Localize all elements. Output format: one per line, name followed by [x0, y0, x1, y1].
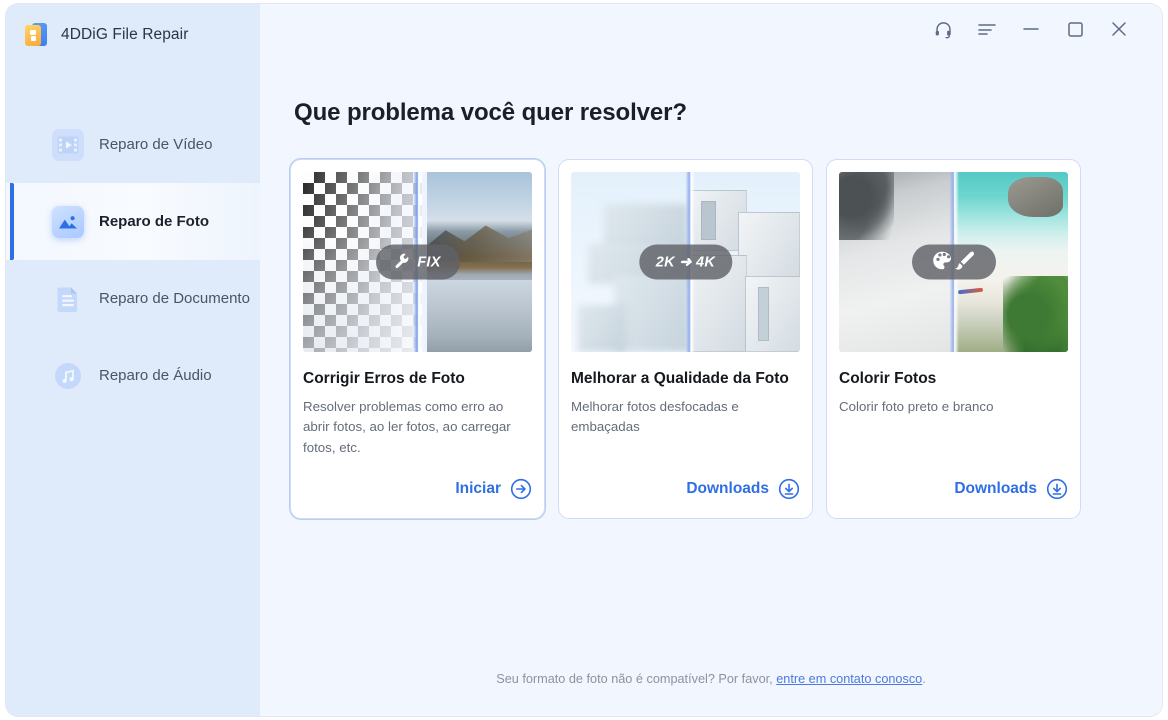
document-icon [52, 283, 84, 315]
card-fix-photo-errors[interactable]: FIX Corrigir Erros de Foto Resolver prob… [290, 159, 545, 519]
sidebar-item-video[interactable]: Reparo de Vídeo [6, 106, 260, 183]
brand: 4DDiG File Repair [6, 4, 260, 66]
card-thumbnail: FIX [303, 172, 532, 352]
sidebar-item-document[interactable]: Reparo de Documento [6, 260, 260, 337]
card-description: Resolver problemas como erro ao abrir fo… [303, 399, 511, 455]
menu-icon[interactable] [976, 18, 998, 40]
sidebar-item-photo[interactable]: Reparo de Foto [6, 183, 260, 260]
support-headset-icon[interactable] [932, 18, 954, 40]
download-circle-icon [1046, 478, 1068, 500]
card-action-label: Downloads [686, 480, 769, 497]
card-colorize-photos[interactable]: Colorir Fotos Colorir foto preto e branc… [826, 159, 1081, 519]
badge-resolution: 2K ➜ 4K [638, 244, 733, 280]
audio-icon [52, 360, 84, 392]
app-title: 4DDiG File Repair [61, 26, 189, 43]
main-content: Que problema você quer resolver? FIX Cor… [260, 4, 1162, 716]
video-icon [52, 128, 84, 161]
app-window: 4DDiG File Repair Reparo de Vídeo Reparo… [6, 4, 1162, 716]
close-icon[interactable] [1108, 18, 1130, 40]
footer-text-before: Seu formato de foto não é compatível? Po… [496, 672, 777, 686]
card-description: Melhorar fotos desfocadas e embaçadas [571, 399, 739, 435]
card-action-label: Iniciar [455, 480, 501, 497]
sidebar-item-label: Reparo de Áudio [99, 367, 212, 384]
palette-brush-icon [932, 250, 976, 274]
wrench-icon [394, 252, 410, 272]
card-action-label: Downloads [954, 480, 1037, 497]
feature-card-list: FIX Corrigir Erros de Foto Resolver prob… [290, 159, 1134, 519]
sidebar-nav: Reparo de Vídeo Reparo de Foto Reparo de… [6, 106, 260, 414]
page-title: Que problema você quer resolver? [294, 99, 687, 126]
card-title: Melhorar a Qualidade da Foto [571, 370, 789, 387]
badge-colorize [911, 244, 996, 280]
photo-icon [52, 205, 84, 238]
card-thumbnail: 2K ➜ 4K [571, 172, 800, 352]
footer-text-after: . [922, 672, 926, 686]
downloads-button[interactable]: Downloads [571, 478, 800, 500]
start-button[interactable]: Iniciar [303, 478, 532, 500]
card-improve-photo-quality[interactable]: 2K ➜ 4K Melhorar a Qualidade da Foto Mel… [558, 159, 813, 519]
maximize-icon[interactable] [1064, 18, 1086, 40]
card-description: Colorir foto preto e branco [839, 399, 994, 415]
contact-us-link[interactable]: entre em contato conosco [776, 672, 922, 686]
minimize-icon[interactable] [1020, 18, 1042, 40]
downloads-button[interactable]: Downloads [839, 478, 1068, 500]
sidebar-item-audio[interactable]: Reparo de Áudio [6, 337, 260, 414]
footer-note: Seu formato de foto não é compatível? Po… [260, 672, 1162, 686]
4ddig-logo-icon [22, 21, 50, 49]
sidebar-item-label: Reparo de Documento [99, 290, 250, 307]
card-thumbnail [839, 172, 1068, 352]
badge-label: FIX [417, 254, 441, 270]
sidebar: 4DDiG File Repair Reparo de Vídeo Reparo… [6, 4, 260, 716]
badge-fix: FIX [375, 244, 460, 280]
sidebar-item-label: Reparo de Vídeo [99, 136, 213, 153]
sidebar-item-label: Reparo de Foto [99, 213, 210, 230]
card-title: Colorir Fotos [839, 370, 937, 387]
card-title: Corrigir Erros de Foto [303, 370, 465, 387]
badge-label: 2K ➜ 4K [655, 254, 716, 270]
download-circle-icon [778, 478, 800, 500]
titlebar [288, 4, 1134, 54]
arrow-right-circle-icon [510, 478, 532, 500]
